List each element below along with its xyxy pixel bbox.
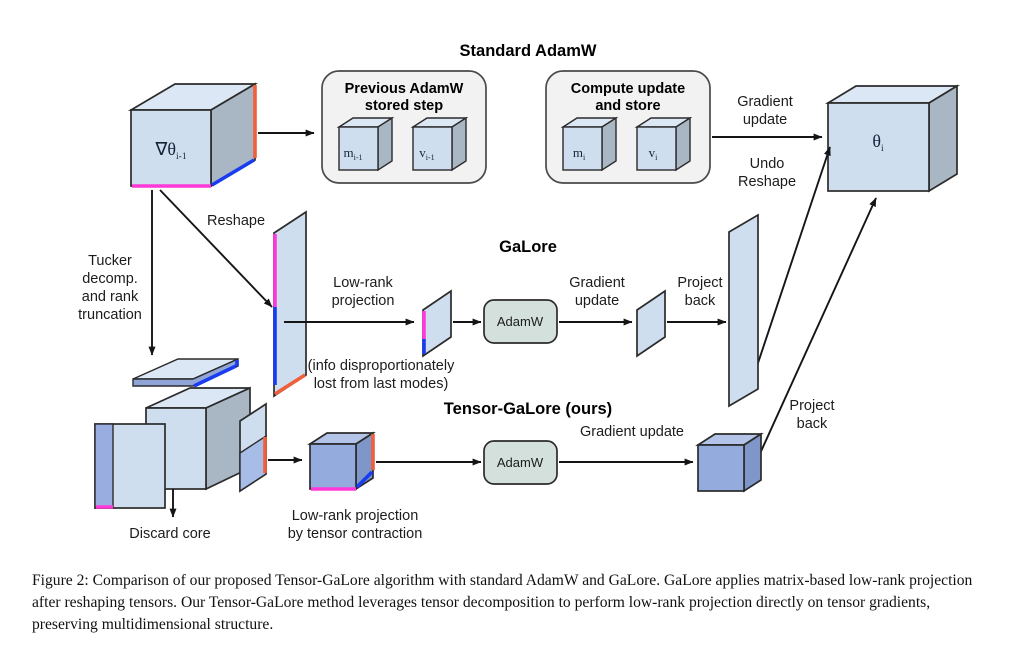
state-cube-v-cur: vi [634, 116, 693, 172]
label-discard-core: Discard core [129, 526, 210, 542]
label-lowrank-contraction-l2: by tensor contraction [288, 526, 423, 542]
label-tucker-l1: Tucker [88, 253, 132, 269]
tensor-galore-diagram: Standard AdamW GaLore Tensor-GaLore (our… [0, 0, 1024, 560]
label-tucker-l2: decomp. [82, 271, 138, 287]
state-cube-v-prev: vi-1 [410, 116, 469, 172]
optimizer-block-galore: AdamW [483, 299, 558, 344]
label-undo-reshape-l2: Reshape [738, 174, 796, 190]
label-lowrank-contraction-l1: Low-rank projection [292, 508, 419, 524]
optimizer-label-tensor: AdamW [497, 455, 544, 470]
label-tensor-grad-update: Gradient update [580, 424, 684, 440]
label-gradient-update-top-l1: Gradient [737, 94, 793, 110]
label-lowrank-proj-l1: Low-rank [333, 275, 393, 291]
optimizer-label-galore: AdamW [497, 314, 544, 329]
state-cube-m-cur: mi [560, 116, 619, 172]
section-header-standard-adamw: Standard AdamW [460, 42, 597, 60]
projected-back-matrix-slab [728, 213, 759, 408]
figure-container: Standard AdamW GaLore Tensor-GaLore (our… [0, 0, 1024, 667]
adamw-panel-compute-update: Compute update and store mi vi [545, 70, 711, 184]
theta-output-cube: θi [824, 84, 961, 193]
label-galore-grad-update-l2: update [575, 293, 619, 309]
figure-caption: Figure 2: Comparison of our proposed Ten… [32, 572, 973, 634]
label-project-back-bottom-l1: Project [789, 398, 834, 414]
label-undo-reshape-l1: Undo [750, 156, 785, 172]
label-tucker-l4: truncation [78, 307, 142, 323]
reshaped-matrix-slab [273, 210, 307, 398]
optimizer-block-tensor: AdamW [483, 440, 558, 485]
label-galore-grad-update-l1: Gradient [569, 275, 625, 291]
gradient-tensor-cube: ∇θi-1 [127, 82, 259, 188]
panel-title-line1: Previous AdamW [345, 81, 464, 97]
label-project-back-mid-l2: back [685, 293, 716, 309]
panel2-title-line2: and store [595, 98, 660, 114]
label-tucker-l3: and rank [82, 289, 139, 305]
label-info-lost-l1: (info disproportionately [308, 358, 455, 374]
adamw-panel-previous-step: Previous AdamW stored step mi-1 vi-1 [321, 70, 487, 184]
tucker-factor-front [94, 423, 166, 509]
panel2-title-line1: Compute update [571, 81, 685, 97]
label-lowrank-proj-l2: projection [332, 293, 395, 309]
tensor-lowrank-cube [307, 431, 376, 491]
state-cube-m-prev: mi-1 [336, 116, 395, 172]
section-header-tensor-galore: Tensor-GaLore (ours) [444, 400, 612, 418]
label-project-back-mid-l1: Project [677, 275, 722, 291]
label-info-lost-l2: lost from last modes) [314, 376, 449, 392]
label-gradient-update-top-l2: update [743, 112, 787, 128]
label-reshape: Reshape [207, 213, 265, 229]
section-header-galore: GaLore [499, 238, 557, 256]
tensor-updated-cube [695, 432, 764, 493]
panel-title-line2: stored step [365, 98, 443, 114]
label-project-back-bottom-l2: back [797, 416, 828, 432]
